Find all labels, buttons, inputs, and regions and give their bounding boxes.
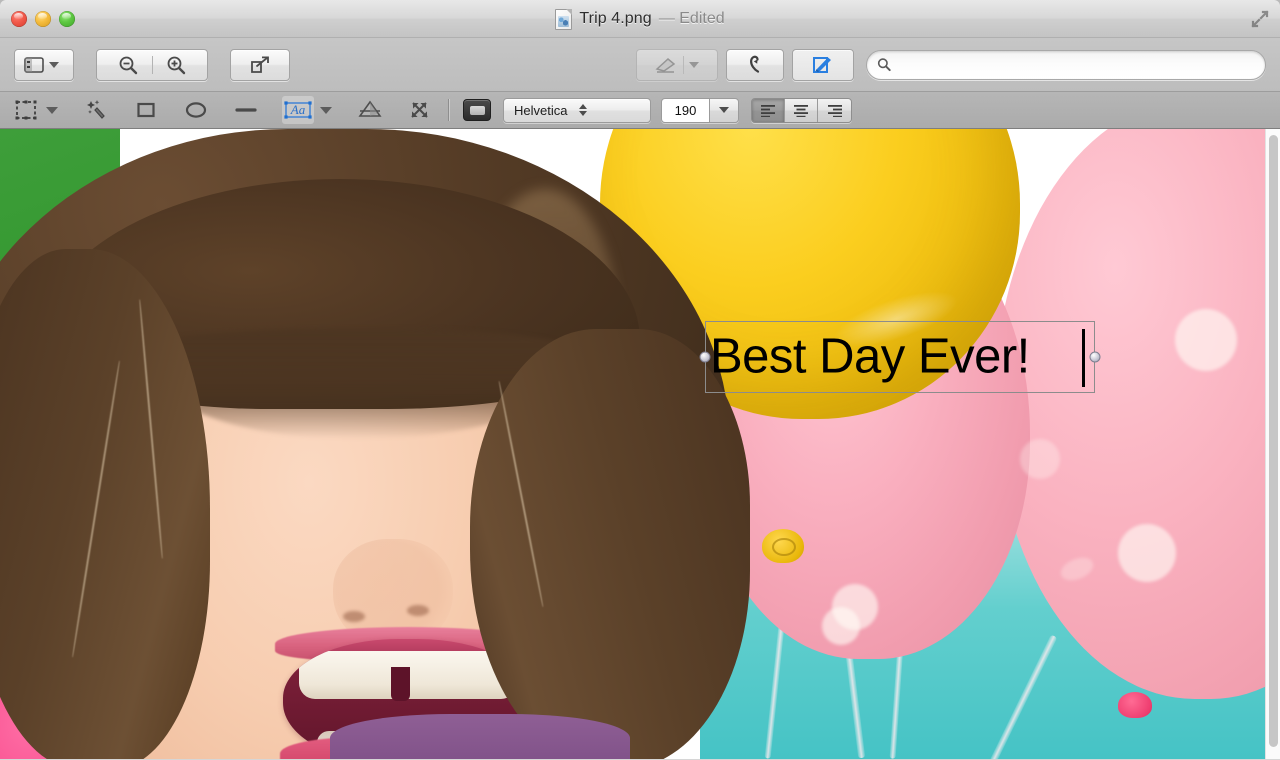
- text-cursor: [1082, 329, 1085, 387]
- sidebar-button[interactable]: [14, 48, 74, 81]
- edited-status: — Edited: [658, 10, 725, 27]
- font-size-combo[interactable]: 190: [661, 97, 739, 123]
- svg-text:Aa: Aa: [290, 102, 306, 117]
- resize-handle-left[interactable]: [699, 351, 711, 363]
- balloon-dot: [1175, 309, 1237, 371]
- chevron-down-icon[interactable]: [688, 61, 699, 68]
- main-toolbar: [0, 38, 1280, 92]
- align-right-button[interactable]: [818, 98, 851, 122]
- text-alignment-group[interactable]: [751, 97, 852, 123]
- swatch-inner: [469, 105, 485, 115]
- search-field[interactable]: [866, 49, 1266, 80]
- nostril-left: [343, 611, 365, 622]
- toolbar-separator: [448, 99, 449, 121]
- balloon-dot: [1118, 524, 1176, 582]
- window-title: Trip 4.png: [579, 10, 652, 27]
- titlebar: Trip 4.png — Edited: [0, 0, 1280, 38]
- button-split-divider: [682, 55, 684, 74]
- window-title-group: Trip 4.png — Edited: [0, 0, 1280, 38]
- preview-window: Trip 4.png — Edited Aa Helvetica 190 Bes…: [0, 0, 1280, 760]
- image-canvas[interactable]: Best Day Ever!: [0, 129, 1280, 759]
- font-family-select[interactable]: Helvetica: [503, 97, 651, 123]
- share-button[interactable]: [230, 48, 290, 81]
- zoom-out-button[interactable]: [105, 50, 152, 80]
- girl-shirt: [330, 714, 630, 759]
- stepper-down-icon[interactable]: [579, 111, 587, 116]
- font-family-stepper[interactable]: [579, 104, 644, 116]
- document-icon: [555, 8, 573, 30]
- scrollbar-thumb[interactable]: [1269, 135, 1278, 747]
- zoom-button[interactable]: [59, 11, 75, 27]
- markup-button-group: [636, 48, 854, 81]
- font-size-dropdown-button[interactable]: [710, 98, 738, 122]
- balloon-knot-yellow: [762, 529, 804, 563]
- oval-shape-button[interactable]: [182, 96, 210, 124]
- zoom-in-button[interactable]: [153, 50, 200, 80]
- zoom-segmented-control[interactable]: [96, 48, 208, 81]
- text-color-swatch-button[interactable]: [463, 96, 491, 124]
- chevron-down-icon[interactable]: [48, 61, 59, 68]
- markup-toggle-button[interactable]: [792, 48, 854, 81]
- selection-tool-chevron-down-icon[interactable]: [46, 106, 58, 114]
- tooth-gap: [391, 667, 410, 701]
- rotate-left-button[interactable]: [726, 48, 784, 81]
- line-shape-button[interactable]: [232, 96, 260, 124]
- stepper-up-icon[interactable]: [579, 104, 587, 109]
- nostril-right: [407, 605, 429, 616]
- selection-tool-button[interactable]: [12, 96, 40, 124]
- vertical-scrollbar[interactable]: [1265, 129, 1280, 759]
- search-input[interactable]: [897, 57, 1255, 72]
- align-left-button[interactable]: [752, 98, 785, 122]
- rectangle-shape-button[interactable]: [132, 96, 160, 124]
- fullscreen-icon[interactable]: [1250, 9, 1270, 29]
- balloon-dot: [822, 607, 860, 645]
- close-button[interactable]: [11, 11, 27, 27]
- search-icon: [877, 58, 891, 72]
- highlight-button[interactable]: [636, 48, 718, 81]
- text-tool-chevron-down-icon[interactable]: [320, 106, 332, 114]
- hair-right-side: [470, 329, 750, 759]
- text-tool-button[interactable]: Aa: [282, 96, 314, 124]
- text-annotation-label[interactable]: Best Day Ever!: [710, 332, 1030, 382]
- text-annotation-box[interactable]: Best Day Ever!: [705, 321, 1095, 393]
- markup-toolbar: Aa Helvetica 190: [0, 92, 1280, 129]
- font-size-value[interactable]: 190: [662, 98, 710, 122]
- font-family-value: Helvetica: [514, 102, 568, 118]
- resize-handle-right[interactable]: [1089, 351, 1101, 363]
- photo-image: Best Day Ever!: [0, 129, 1265, 759]
- shapes-style-button[interactable]: [356, 96, 384, 124]
- minimize-button[interactable]: [35, 11, 51, 27]
- balloon-knot-pink: [1118, 692, 1152, 718]
- window-controls: [11, 11, 75, 27]
- adjust-size-button[interactable]: [406, 96, 434, 124]
- instant-alpha-button[interactable]: [82, 96, 110, 124]
- balloon-dot: [1020, 439, 1060, 479]
- chevron-down-icon: [719, 107, 729, 113]
- color-swatch[interactable]: [463, 99, 491, 121]
- align-center-button[interactable]: [785, 98, 818, 122]
